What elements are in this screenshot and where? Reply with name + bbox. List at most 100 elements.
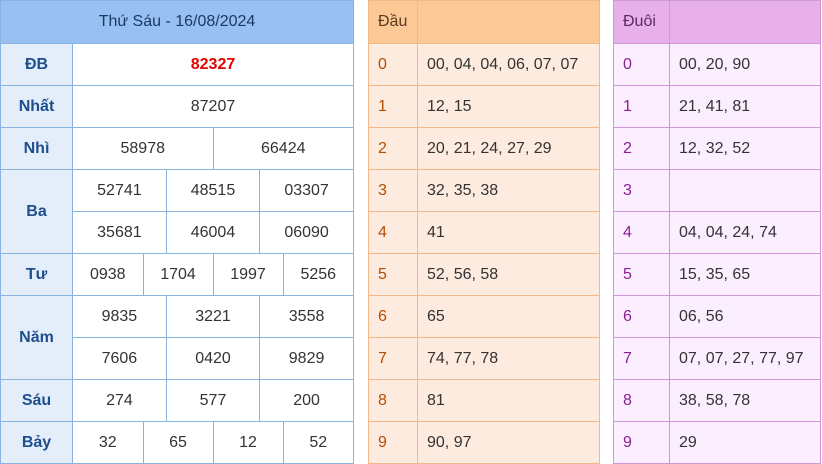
duoi-digit: 8 [613, 379, 670, 422]
prize-value-nam: 3558 [259, 296, 353, 337]
dau-row: 3 32, 35, 38 [368, 169, 600, 212]
dau-numbers: 12, 15 [417, 85, 600, 128]
prize-label-tu: Tư [0, 253, 73, 296]
prize-value-nhat: 87207 [72, 85, 354, 128]
duoi-digit: 2 [613, 127, 670, 170]
duoi-row: 1 21, 41, 81 [613, 85, 821, 128]
prize-value-nam: 0420 [166, 338, 261, 379]
results-title: Thứ Sáu - 16/08/2024 [0, 0, 354, 44]
prize-value-nam: 7606 [73, 338, 167, 379]
dau-row: 5 52, 56, 58 [368, 253, 600, 296]
prize-row-bay: Bảy 32 65 12 52 [0, 421, 354, 464]
duoi-numbers: 07, 07, 27, 77, 97 [669, 337, 821, 380]
dau-row: 8 81 [368, 379, 600, 422]
dau-numbers: 74, 77, 78 [417, 337, 600, 380]
dau-numbers: 52, 56, 58 [417, 253, 600, 296]
dau-digit: 2 [368, 127, 418, 170]
prize-value-bay: 32 [73, 422, 144, 463]
prize-row-db: ĐB 82327 [0, 43, 354, 86]
dau-row: 1 12, 15 [368, 85, 600, 128]
prize-value-tu: 0938 [73, 254, 144, 295]
dau-row: 9 90, 97 [368, 421, 600, 464]
prize-row-tu: Tư 0938 1704 1997 5256 [0, 253, 354, 296]
duoi-digit: 4 [613, 211, 670, 254]
prize-value-ba: 35681 [73, 212, 167, 253]
dau-header-row: Đầu [368, 0, 600, 44]
duoi-row: 3 [613, 169, 821, 212]
prize-value-ba: 52741 [73, 170, 167, 211]
prize-value-nhi: 66424 [213, 128, 353, 169]
dau-numbers: 65 [417, 295, 600, 338]
duoi-numbers: 04, 04, 24, 74 [669, 211, 821, 254]
prize-value-bay: 52 [283, 422, 353, 463]
dau-digit: 6 [368, 295, 418, 338]
dau-digit: 8 [368, 379, 418, 422]
prize-value-sau: 274 [73, 380, 167, 421]
dau-numbers: 20, 21, 24, 27, 29 [417, 127, 600, 170]
duoi-row: 2 12, 32, 52 [613, 127, 821, 170]
dau-digit: 3 [368, 169, 418, 212]
dau-row: 2 20, 21, 24, 27, 29 [368, 127, 600, 170]
prize-row-ba: Ba 52741 48515 03307 [0, 169, 354, 254]
dau-table: Đầu 0 00, 04, 04, 06, 07, 07 1 12, 15 2 20, 2… [368, 0, 600, 464]
duoi-header-row: Đuôi [613, 0, 821, 44]
duoi-row: 4 04, 04, 24, 74 [613, 211, 821, 254]
dau-header: Đầu [368, 0, 418, 44]
duoi-digit: 5 [613, 253, 670, 296]
duoi-numbers: 12, 32, 52 [669, 127, 821, 170]
prize-value-ba: 06090 [259, 212, 353, 253]
duoi-digit: 3 [613, 169, 670, 212]
duoi-numbers: 29 [669, 421, 821, 464]
prize-value-ba: 03307 [259, 170, 353, 211]
dau-numbers: 32, 35, 38 [417, 169, 600, 212]
prize-value-db: 82327 [72, 43, 354, 86]
duoi-numbers: 21, 41, 81 [669, 85, 821, 128]
duoi-digit: 0 [613, 43, 670, 86]
duoi-row: 6 06, 56 [613, 295, 821, 338]
duoi-row: 9 29 [613, 421, 821, 464]
prize-row-sau: Sáu 274 577 200 [0, 379, 354, 422]
dau-row: 6 65 [368, 295, 600, 338]
prize-value-nam: 9829 [259, 338, 353, 379]
prize-label-ba: Ba [0, 169, 73, 254]
dau-digit: 4 [368, 211, 418, 254]
dau-digit: 0 [368, 43, 418, 86]
prize-value-sau: 577 [166, 380, 261, 421]
prize-value-ba: 48515 [166, 170, 261, 211]
dau-numbers: 90, 97 [417, 421, 600, 464]
prize-value-ba: 46004 [166, 212, 261, 253]
duoi-numbers: 38, 58, 78 [669, 379, 821, 422]
results-header-row: Thứ Sáu - 16/08/2024 [0, 0, 354, 44]
dau-digit: 7 [368, 337, 418, 380]
duoi-digit: 7 [613, 337, 670, 380]
duoi-table: Đuôi 0 00, 20, 90 1 21, 41, 81 2 12, 32, 52 3 4… [613, 0, 821, 464]
duoi-header: Đuôi [613, 0, 670, 44]
dau-body: 0 00, 04, 04, 06, 07, 07 1 12, 15 2 20, 21, 2… [368, 43, 600, 464]
duoi-row: 8 38, 58, 78 [613, 379, 821, 422]
prize-value-tu: 5256 [283, 254, 353, 295]
prize-label-nam: Năm [0, 295, 73, 380]
prize-row-nhi: Nhì 58978 66424 [0, 127, 354, 170]
duoi-row: 0 00, 20, 90 [613, 43, 821, 86]
duoi-header-empty [669, 0, 821, 44]
prize-value-nam: 3221 [166, 296, 261, 337]
duoi-row: 5 15, 35, 65 [613, 253, 821, 296]
duoi-digit: 1 [613, 85, 670, 128]
dau-numbers: 41 [417, 211, 600, 254]
duoi-digit: 9 [613, 421, 670, 464]
duoi-digit: 6 [613, 295, 670, 338]
prize-value-tu: 1704 [143, 254, 214, 295]
prize-label-nhi: Nhì [0, 127, 73, 170]
prize-value-bay: 65 [143, 422, 214, 463]
prize-row-nam: Năm 9835 3221 3558 [0, 295, 354, 380]
duoi-row: 7 07, 07, 27, 77, 97 [613, 337, 821, 380]
dau-numbers: 00, 04, 04, 06, 07, 07 [417, 43, 600, 86]
dau-digit: 9 [368, 421, 418, 464]
prize-label-db: ĐB [0, 43, 73, 86]
duoi-numbers: 06, 56 [669, 295, 821, 338]
dau-header-empty [417, 0, 600, 44]
prize-value-nhi: 58978 [73, 128, 214, 169]
prize-value-sau: 200 [259, 380, 353, 421]
duoi-numbers: 00, 20, 90 [669, 43, 821, 86]
prize-row-nhat: Nhất 87207 [0, 85, 354, 128]
